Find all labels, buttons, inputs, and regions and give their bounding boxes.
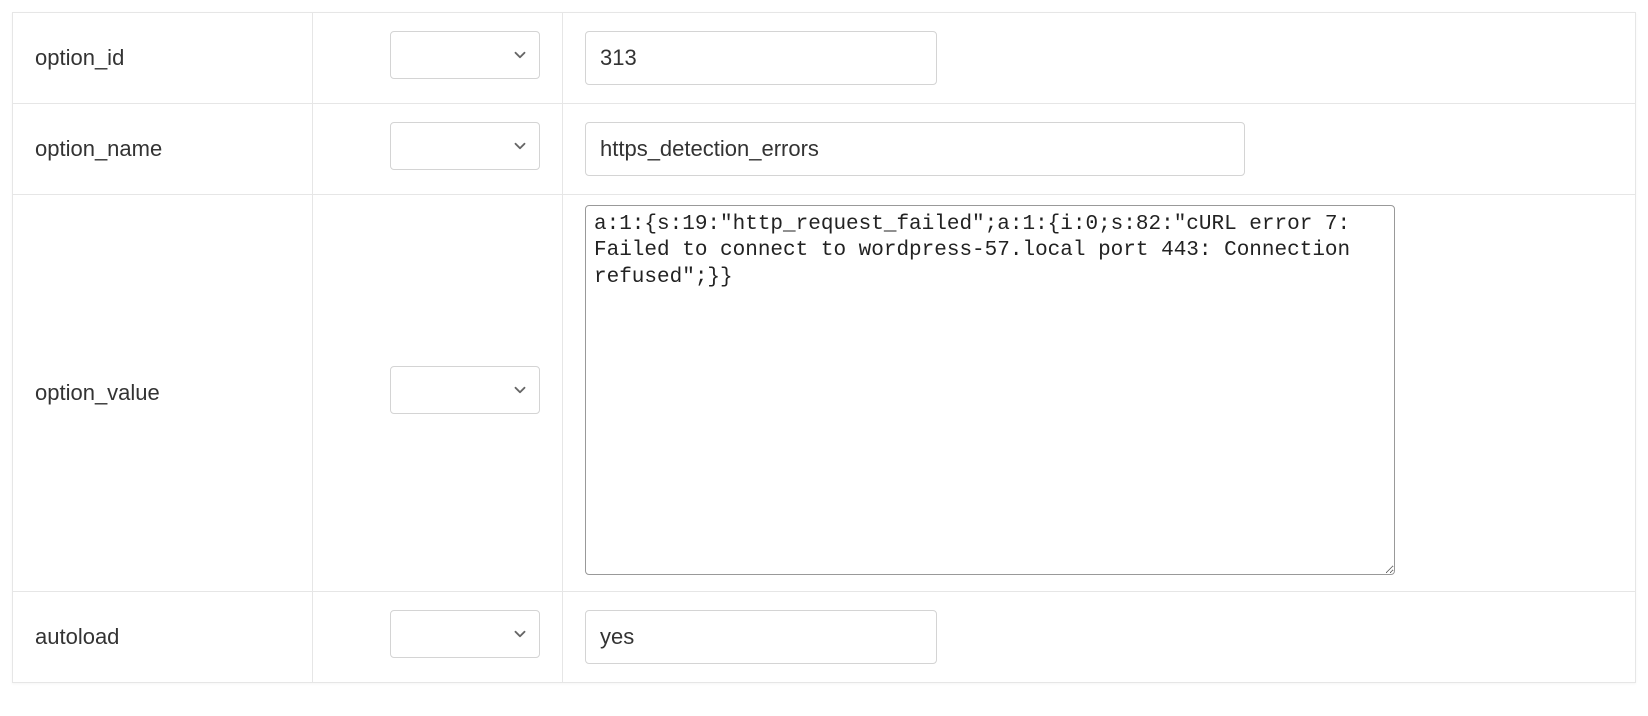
row-autoload: autoload xyxy=(13,592,1636,683)
value-input-option-id[interactable] xyxy=(585,31,937,85)
operator-select-option-id[interactable] xyxy=(390,31,540,79)
label-autoload: autoload xyxy=(35,624,119,649)
value-input-option-name[interactable] xyxy=(585,122,1245,176)
chevron-down-icon xyxy=(511,137,529,155)
options-edit-table: option_id option_name xyxy=(12,12,1636,683)
operator-select-option-value[interactable] xyxy=(390,366,540,414)
label-option-id: option_id xyxy=(35,45,124,70)
operator-select-option-name[interactable] xyxy=(390,122,540,170)
chevron-down-icon xyxy=(511,46,529,64)
label-option-value: option_value xyxy=(35,380,160,405)
row-option-id: option_id xyxy=(13,13,1636,104)
value-input-autoload[interactable] xyxy=(585,610,937,664)
chevron-down-icon xyxy=(511,381,529,399)
value-textarea-option-value[interactable] xyxy=(585,205,1395,575)
label-option-name: option_name xyxy=(35,136,162,161)
row-option-name: option_name xyxy=(13,104,1636,195)
chevron-down-icon xyxy=(511,625,529,643)
row-option-value: option_value xyxy=(13,195,1636,592)
operator-select-autoload[interactable] xyxy=(390,610,540,658)
